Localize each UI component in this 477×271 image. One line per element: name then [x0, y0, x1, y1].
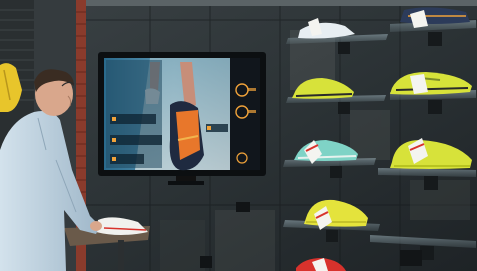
display-screen [98, 52, 266, 185]
tv-stand [176, 176, 196, 181]
store-scene [0, 0, 477, 271]
stats-column [230, 58, 260, 170]
wall-fixture [400, 250, 422, 266]
wall-fixture [236, 202, 250, 212]
wall-fixture [200, 256, 212, 268]
scene-graphics [0, 0, 477, 271]
shopper-hand [90, 221, 102, 231]
ceiling-edge [86, 0, 477, 6]
